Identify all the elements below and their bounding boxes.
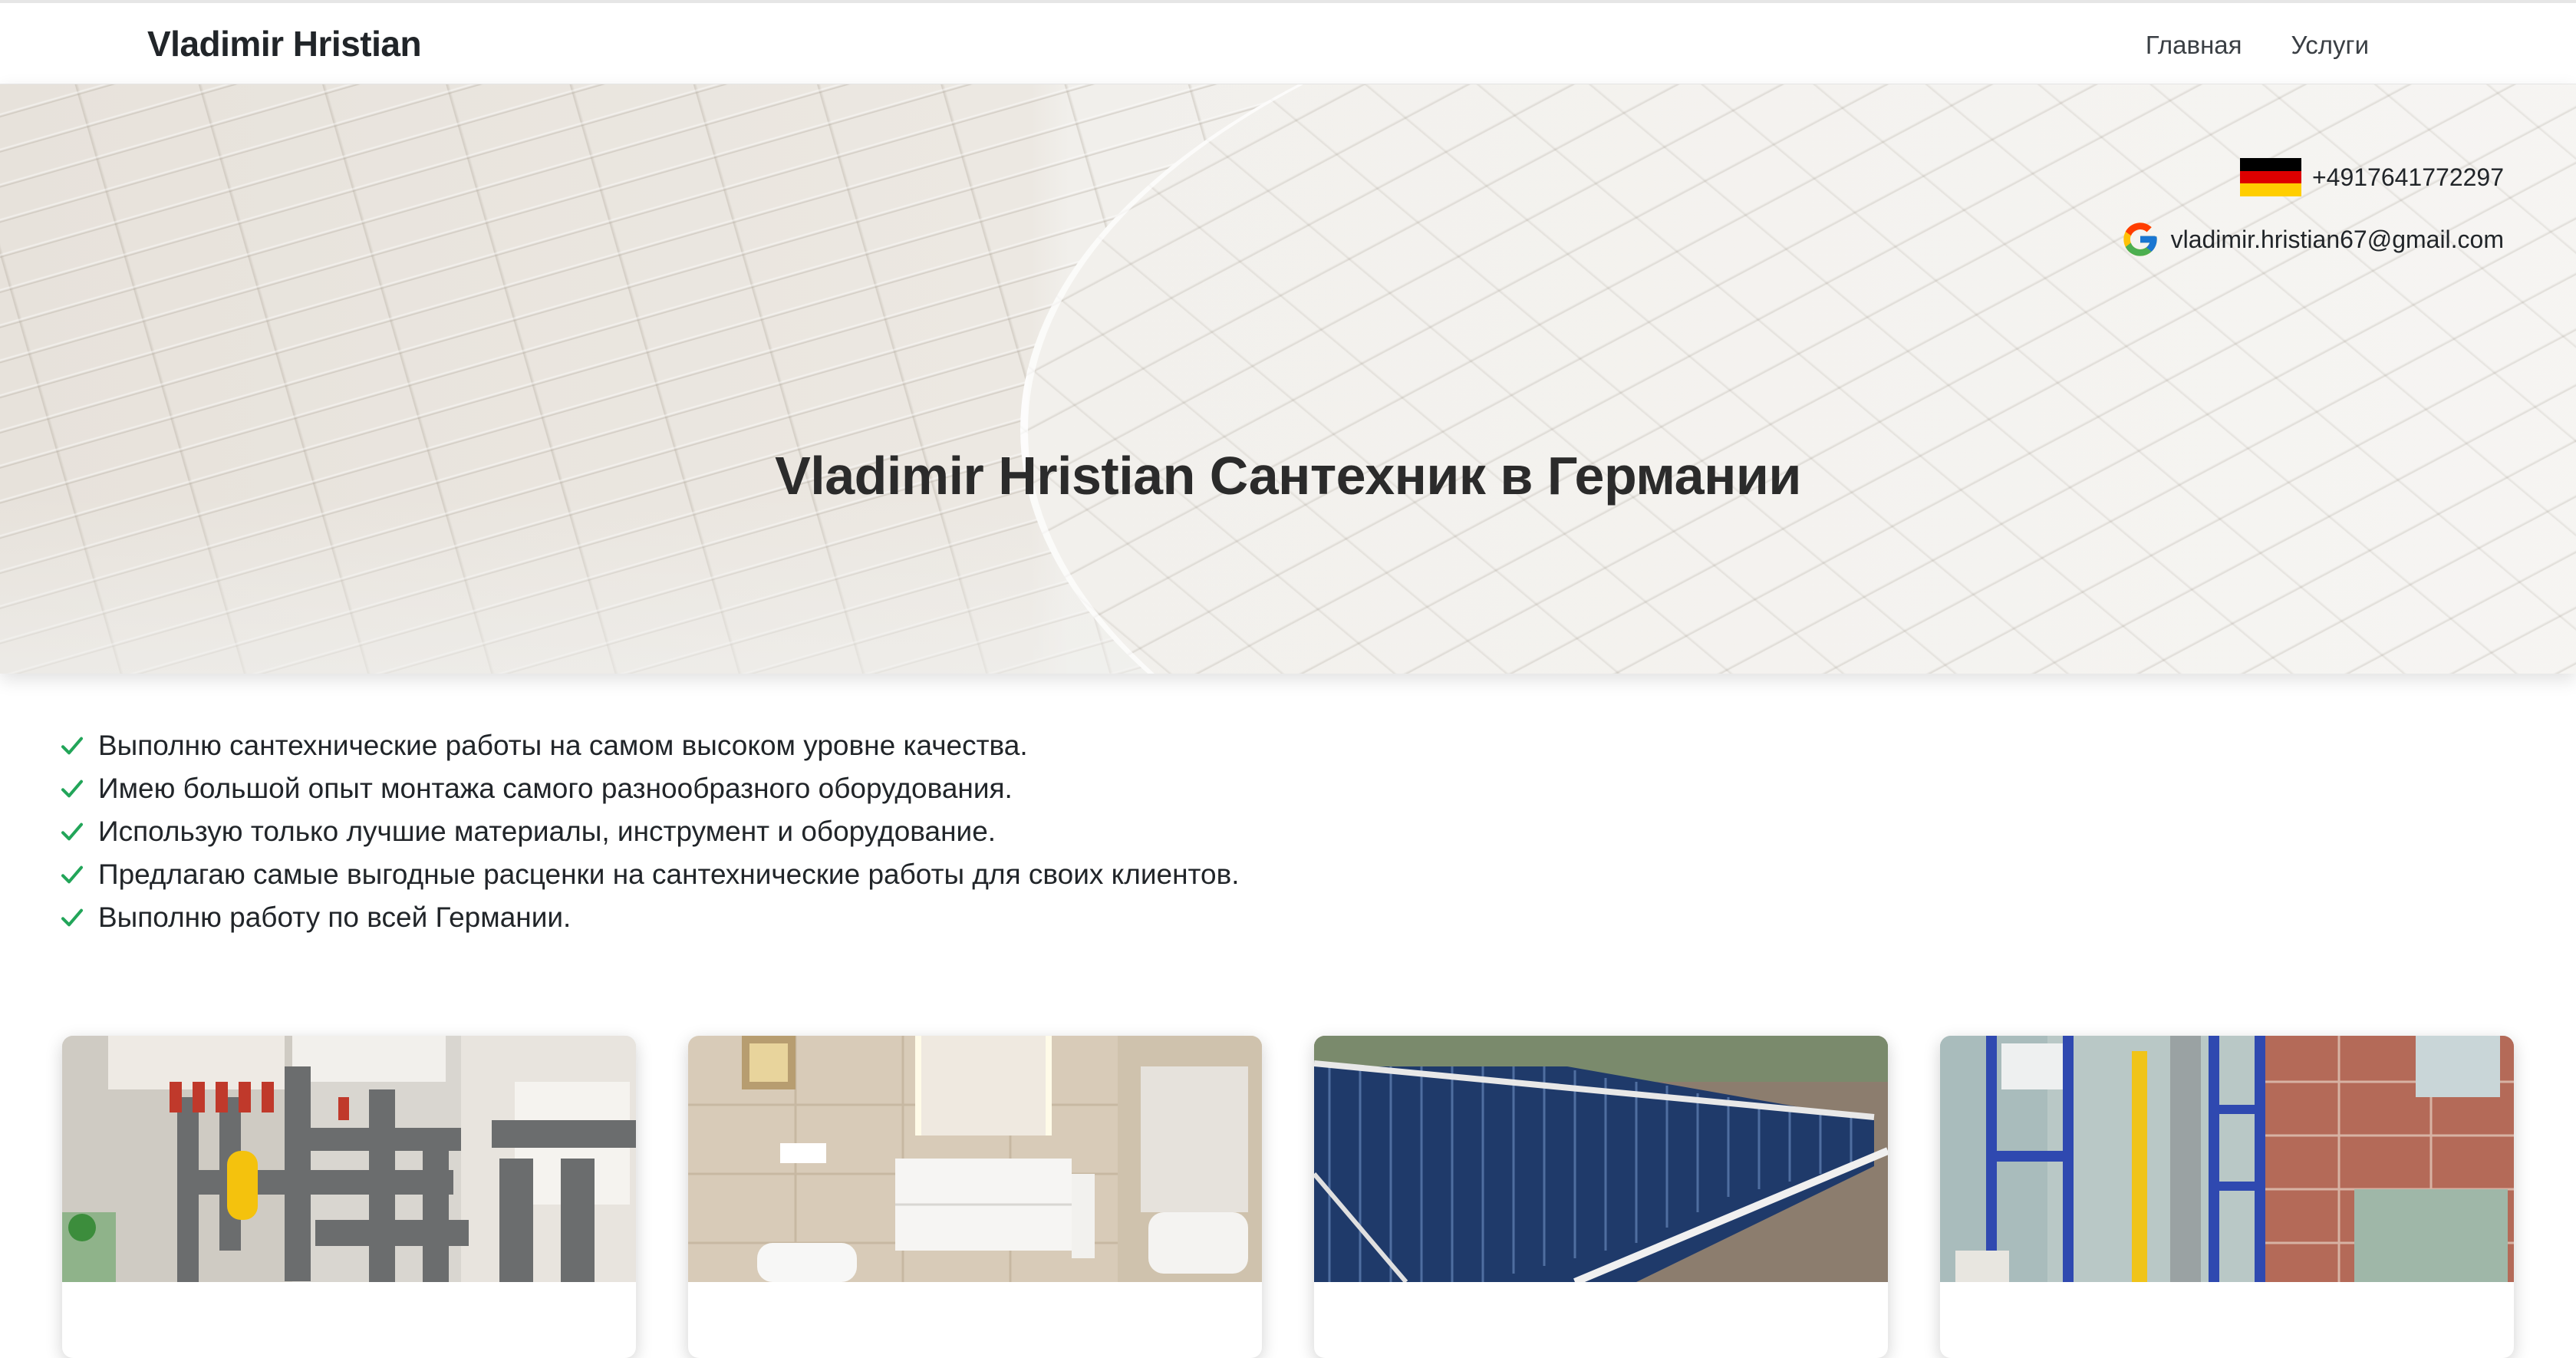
check-icon [61, 780, 83, 798]
list-item: Выполню сантехнические работы на самом в… [60, 724, 1240, 767]
feature-text: Использую только лучшие материалы, инстр… [98, 816, 996, 847]
check-icon [61, 908, 83, 927]
nav-link-home[interactable]: Главная [2146, 31, 2242, 60]
contact-email: vladimir.hristian67@gmail.com [2120, 219, 2504, 259]
solar-panels-image [1314, 1036, 1888, 1282]
germany-flag-icon [2239, 158, 2301, 197]
check-icon [61, 822, 83, 841]
email-address[interactable]: vladimir.hristian67@gmail.com [2171, 226, 2504, 254]
service-card-bathroom[interactable] [688, 1036, 1262, 1358]
page-title: Vladimir Hristian Сантехник в Германии [775, 446, 1801, 506]
list-item: Предлагаю самые выгодные расценки на сан… [60, 853, 1240, 896]
feature-text: Выполню сантехнические работы на самом в… [98, 730, 1028, 761]
service-card-installation[interactable] [1940, 1036, 2514, 1358]
heating-pipes-image [62, 1036, 636, 1282]
service-card-solar[interactable] [1314, 1036, 1888, 1358]
feature-text: Предлагаю самые выгодные расценки на сан… [98, 859, 1240, 890]
nav-link-services[interactable]: Услуги [2291, 31, 2369, 60]
list-item: Выполню работу по всей Германии. [60, 896, 1240, 939]
list-item: Имею большой опыт монтажа самого разнооб… [60, 767, 1240, 810]
service-card-heating[interactable] [62, 1036, 636, 1358]
nav-links: Главная Услуги [2146, 31, 2369, 60]
check-icon [61, 865, 83, 884]
google-icon [2123, 222, 2157, 256]
navbar: Vladimir Hristian Главная Услуги [0, 3, 2576, 84]
installation-frame-image [1940, 1036, 2514, 1282]
bathroom-image [688, 1036, 1262, 1282]
feature-text: Имею большой опыт монтажа самого разнооб… [98, 773, 1013, 804]
hero-banner: +4917641772297 vladimir.hristian67@gmail… [0, 84, 2576, 674]
services-cards [62, 1036, 2514, 1358]
check-icon [61, 737, 83, 755]
contact-phone: +4917641772297 [2239, 158, 2504, 197]
list-item: Использую только лучшие материалы, инстр… [60, 810, 1240, 853]
phone-number[interactable]: +4917641772297 [2312, 163, 2504, 192]
feature-text: Выполню работу по всей Германии. [98, 901, 572, 933]
features-list: Выполню сантехнические работы на самом в… [60, 724, 1240, 939]
brand-logo[interactable]: Vladimir Hristian [147, 23, 422, 64]
